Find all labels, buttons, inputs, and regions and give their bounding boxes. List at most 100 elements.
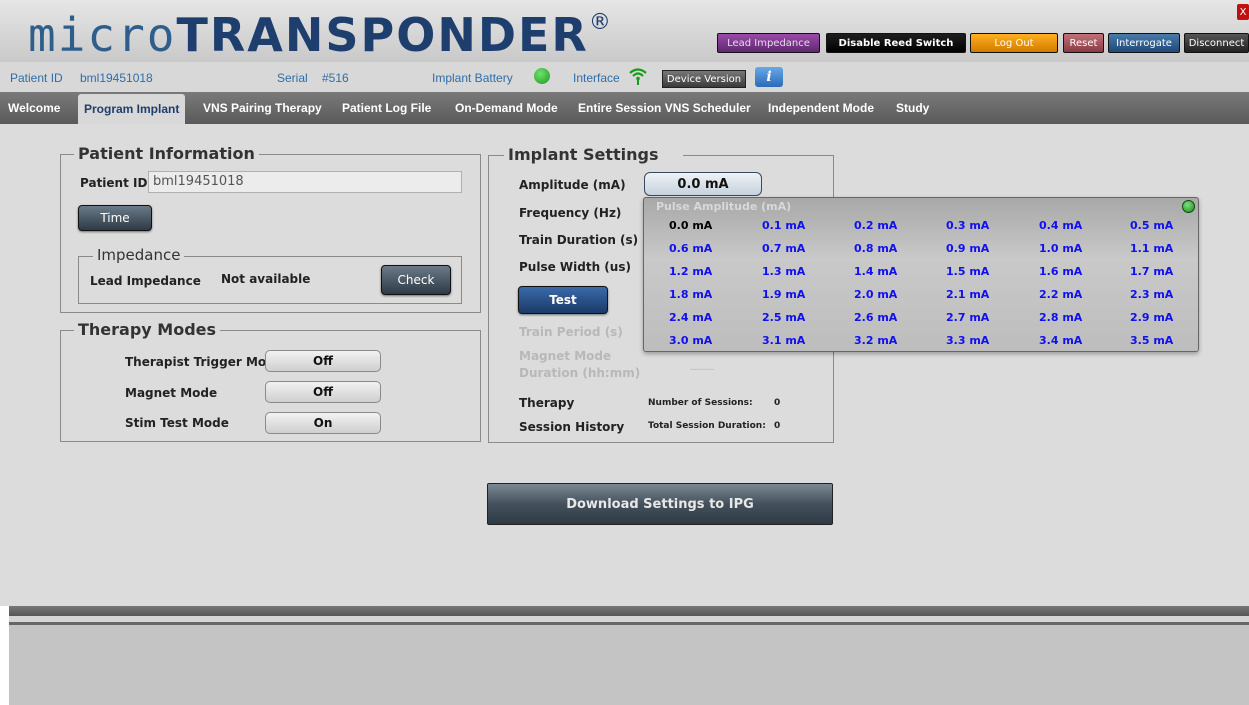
amplitude-option[interactable]: 3.4 mA <box>1039 334 1082 347</box>
amplitude-option[interactable]: 1.2 mA <box>669 265 712 278</box>
stim-test-mode-toggle[interactable]: On <box>265 412 381 434</box>
impedance-legend: Impedance <box>93 246 185 264</box>
amplitude-option[interactable]: 3.2 mA <box>854 334 897 347</box>
close-window-button[interactable]: X <box>1237 4 1249 20</box>
app-header: microTRANSPONDER® Lead Impedance Disable… <box>0 0 1249 62</box>
amplitude-option[interactable]: 0.7 mA <box>762 242 805 255</box>
amplitude-option[interactable]: 1.0 mA <box>1039 242 1082 255</box>
patient-id-field-label: Patient ID: <box>80 176 153 190</box>
amplitude-option[interactable]: 2.5 mA <box>762 311 805 324</box>
amplitude-option[interactable]: 0.5 mA <box>1130 219 1173 232</box>
download-settings-button[interactable]: Download Settings to IPG <box>487 483 833 525</box>
stim-test-mode-label: Stim Test Mode <box>125 416 229 430</box>
train-period-label: Train Period (s) <box>519 325 623 339</box>
amplitude-option[interactable]: 1.9 mA <box>762 288 805 301</box>
wifi-signal-icon <box>629 68 647 85</box>
amplitude-option[interactable]: 0.9 mA <box>946 242 989 255</box>
magnet-mode-duration-label-line1: Magnet Mode <box>519 349 612 363</box>
serial-value: #516 <box>322 71 349 85</box>
amplitude-option[interactable]: 2.8 mA <box>1039 311 1082 324</box>
patient-id-value: bml19451018 <box>80 71 153 85</box>
amplitude-option[interactable]: 2.2 mA <box>1039 288 1082 301</box>
popup-close-icon[interactable] <box>1182 200 1195 213</box>
amplitude-option[interactable]: 2.7 mA <box>946 311 989 324</box>
tab-patient-log-file[interactable]: Patient Log File <box>342 92 431 124</box>
pulse-width-label: Pulse Width (us) <box>519 260 631 274</box>
lead-impedance-button[interactable]: Lead Impedance <box>717 33 820 53</box>
amplitude-option[interactable]: 0.0 mA <box>669 219 712 232</box>
number-of-sessions-label: Number of Sessions: <box>648 398 753 408</box>
magnet-mode-duration-label-line2: Duration (hh:mm) <box>519 366 641 380</box>
train-duration-label: Train Duration (s) <box>519 233 639 247</box>
amplitude-option[interactable]: 0.6 mA <box>669 242 712 255</box>
tab-entire-session-vns-scheduler[interactable]: Entire Session VNS Scheduler <box>578 92 751 124</box>
test-button[interactable]: Test <box>518 286 608 314</box>
interface-label: Interface <box>573 71 620 85</box>
tab-independent-mode[interactable]: Independent Mode <box>768 92 874 124</box>
amplitude-option[interactable]: 1.4 mA <box>854 265 897 278</box>
tab-program-implant[interactable]: Program Implant <box>78 94 186 124</box>
amplitude-label: Amplitude (mA) <box>519 178 626 192</box>
disable-reed-switch-button[interactable]: Disable Reed Switch <box>826 33 966 53</box>
implant-battery-label: Implant Battery <box>432 71 513 85</box>
tab-on-demand-mode[interactable]: On-Demand Mode <box>455 92 558 124</box>
number-of-sessions-value: 0 <box>774 398 781 408</box>
amplitude-option[interactable]: 1.3 mA <box>762 265 805 278</box>
session-history-label: Session History <box>519 420 625 434</box>
pulse-amplitude-popup: Pulse Amplitude (mA) 0.0 mA 0.1 mA 0.2 mA 0… <box>643 197 1199 352</box>
magnet-mode-duration-value: ____ <box>690 356 714 370</box>
info-icon[interactable]: i <box>755 67 783 87</box>
time-button[interactable]: Time <box>78 205 152 231</box>
amplitude-option[interactable]: 2.9 mA <box>1130 311 1173 324</box>
amplitude-option[interactable]: 0.3 mA <box>946 219 989 232</box>
amplitude-option[interactable]: 2.3 mA <box>1130 288 1173 301</box>
log-out-button[interactable]: Log Out <box>970 33 1058 53</box>
amplitude-option[interactable]: 1.7 mA <box>1130 265 1173 278</box>
amplitude-option[interactable]: 3.0 mA <box>669 334 712 347</box>
logo-registered-mark: ® <box>588 10 611 35</box>
tab-vns-pairing-therapy[interactable]: VNS Pairing Therapy <box>203 92 322 124</box>
amplitude-option[interactable]: 0.2 mA <box>854 219 897 232</box>
amplitude-option[interactable]: 2.0 mA <box>854 288 897 301</box>
amplitude-option[interactable]: 2.6 mA <box>854 311 897 324</box>
main-tab-bar: Welcome Program Implant VNS Pairing Ther… <box>0 92 1249 124</box>
amplitude-option[interactable]: 0.1 mA <box>762 219 805 232</box>
amplitude-option[interactable]: 3.1 mA <box>762 334 805 347</box>
therapist-trigger-mode-toggle[interactable]: Off <box>265 350 381 372</box>
amplitude-option[interactable]: 1.5 mA <box>946 265 989 278</box>
logo-micro-text: micro <box>28 8 177 62</box>
device-version-button[interactable]: Device Version <box>662 70 746 88</box>
battery-status-icon <box>534 68 550 84</box>
interrogate-button[interactable]: Interrogate <box>1108 33 1180 53</box>
patient-information-legend: Patient Information <box>74 144 259 163</box>
serial-label: Serial <box>277 71 308 85</box>
patient-id-field[interactable]: bml19451018 <box>148 171 462 193</box>
amplitude-option[interactable]: 1.8 mA <box>669 288 712 301</box>
tab-welcome[interactable]: Welcome <box>8 92 60 124</box>
therapist-trigger-mode-label: Therapist Trigger Mode <box>125 355 283 369</box>
info-bar: Patient ID bml19451018 Serial #516 Impla… <box>0 62 1249 92</box>
amplitude-option[interactable]: 0.4 mA <box>1039 219 1082 232</box>
amplitude-option[interactable]: 1.1 mA <box>1130 242 1173 255</box>
amplitude-option[interactable]: 2.4 mA <box>669 311 712 324</box>
bottom-panel <box>9 625 1249 705</box>
disconnect-button[interactable]: Disconnect <box>1184 33 1249 53</box>
amplitude-option[interactable]: 1.6 mA <box>1039 265 1082 278</box>
amplitude-option[interactable]: 3.3 mA <box>946 334 989 347</box>
amplitude-option[interactable]: 3.5 mA <box>1130 334 1173 347</box>
check-impedance-button[interactable]: Check <box>381 265 451 295</box>
logo-transponder-text: TRANSPONDER <box>176 8 589 62</box>
total-session-duration-label: Total Session Duration: <box>648 421 766 431</box>
amplitude-select[interactable]: 0.0 mA <box>644 172 762 196</box>
implant-settings-legend: Implant Settings <box>504 145 683 164</box>
lead-impedance-value: Not available <box>221 272 311 286</box>
magnet-mode-label: Magnet Mode <box>125 386 218 400</box>
magnet-mode-toggle[interactable]: Off <box>265 381 381 403</box>
amplitude-option[interactable]: 2.1 mA <box>946 288 989 301</box>
tab-study[interactable]: Study <box>896 92 929 124</box>
reset-button[interactable]: Reset <box>1063 33 1104 53</box>
therapy-modes-legend: Therapy Modes <box>74 320 221 339</box>
bottom-divider-bar <box>9 606 1249 616</box>
amplitude-option[interactable]: 0.8 mA <box>854 242 897 255</box>
pulse-amplitude-popup-title: Pulse Amplitude (mA) <box>656 200 792 213</box>
